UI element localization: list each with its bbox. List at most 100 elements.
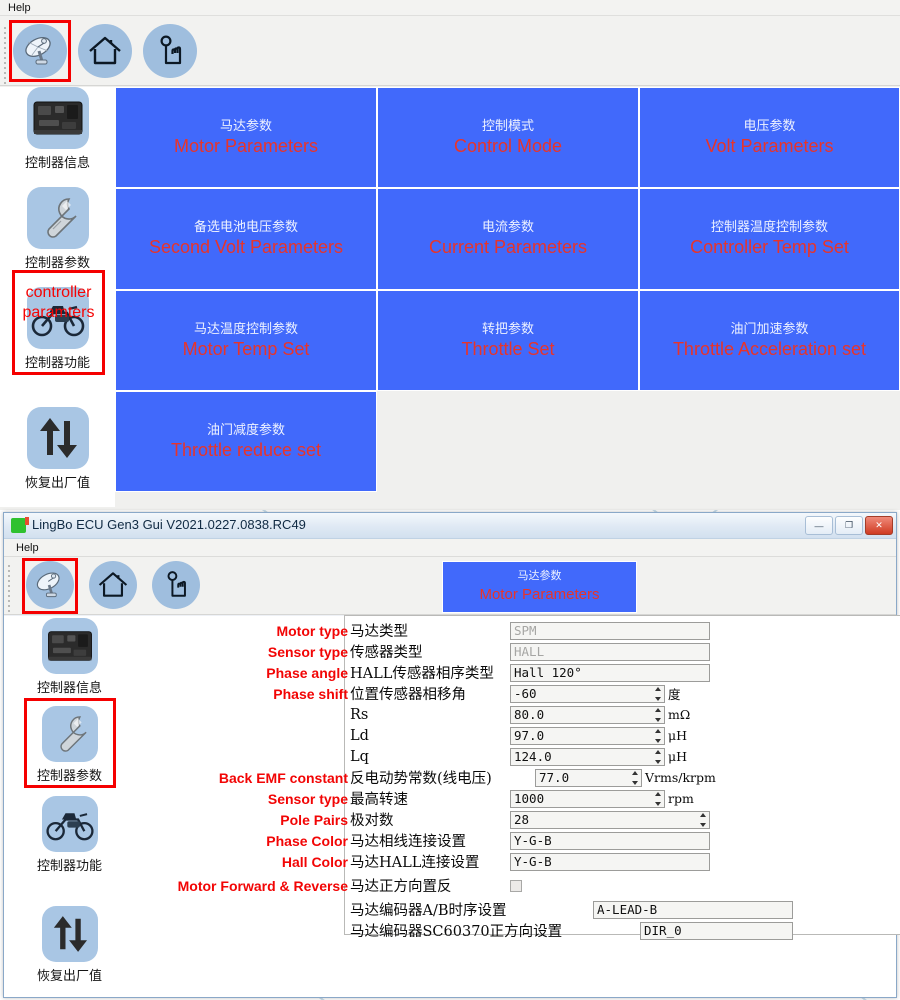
title-bar[interactable]: LingBo ECU Gen3 Gui V2021.0227.0838.RC49… bbox=[4, 513, 896, 539]
label-cn: 极对数 bbox=[350, 813, 394, 829]
form-row: Pole Pairs 极对数 28 bbox=[280, 809, 900, 830]
touch-hand-icon[interactable] bbox=[143, 24, 197, 78]
bottom-sidebar: 控制器信息 控制器参数 控制器功能 恢复出厂值 bbox=[12, 616, 127, 996]
toolbar-gripper[interactable] bbox=[7, 562, 12, 612]
sidebar-item-controller-info[interactable]: 控制器信息 bbox=[12, 618, 127, 696]
form-area: 控制器信息 控制器参数 控制器功能 恢复出厂值 Motor type 马达类型 … bbox=[4, 615, 900, 997]
sidebar-item-label: 恢复出厂值 bbox=[36, 969, 102, 984]
field-encoder-sc60370[interactable]: DIR_0 bbox=[640, 921, 793, 940]
top-menubar[interactable]: Help bbox=[0, 0, 900, 16]
sidebar-item-controller-function[interactable]: 控制器功能 bbox=[12, 796, 127, 874]
checkbox-motor-reverse[interactable] bbox=[510, 879, 522, 892]
form-row: Hall Color 马达HALL连接设置 Y-G-B bbox=[282, 851, 900, 872]
tile-second-volt-parameters[interactable]: 备选电池电压参数 Second Volt Parameters bbox=[115, 188, 377, 290]
bottom-menubar[interactable]: Help bbox=[4, 539, 896, 557]
field-encoder-ab[interactable]: A-LEAD-B bbox=[593, 900, 793, 919]
spinner-arrows[interactable] bbox=[653, 791, 663, 806]
spinner-arrows[interactable] bbox=[653, 749, 663, 764]
wrench-icon bbox=[26, 187, 89, 249]
field-phase-color[interactable]: Y-G-B bbox=[510, 831, 710, 850]
form-row: Lq 124.0 μH bbox=[350, 746, 900, 767]
tile-controller-temp-set[interactable]: 控制器温度控制参数 Controller Temp Set bbox=[639, 188, 900, 290]
home-icon[interactable] bbox=[89, 561, 137, 609]
label-cn: 位置传感器相移角 bbox=[350, 687, 466, 703]
field-value: 77.0 bbox=[539, 770, 570, 785]
spinner-arrows[interactable] bbox=[630, 770, 640, 785]
field-back-emf[interactable]: 77.0 bbox=[535, 768, 642, 787]
field-hall-color[interactable]: Y-G-B bbox=[510, 852, 710, 871]
minimize-button[interactable]: — bbox=[805, 516, 833, 535]
label-en: Phase shift bbox=[273, 685, 348, 702]
label-en: Motor type bbox=[276, 622, 348, 639]
spinner-arrows[interactable] bbox=[653, 686, 663, 701]
label-cn: 马达编码器SC60370正方向设置 bbox=[350, 924, 563, 940]
field-value: -60 bbox=[514, 686, 537, 701]
home-icon[interactable] bbox=[78, 24, 132, 78]
sidebar-item-restore-defaults[interactable]: 恢复出厂值 bbox=[12, 906, 127, 984]
field-value: 28 bbox=[514, 812, 530, 827]
label-cn: Ld bbox=[350, 727, 369, 744]
form-row: Phase Color 马达相线连接设置 Y-G-B bbox=[266, 830, 900, 851]
form-row: Sensor type 最高转速 1000 rpm bbox=[268, 788, 900, 809]
field-pole-pairs[interactable]: 28 bbox=[510, 810, 710, 829]
label-cn: HALL传感器相序类型 bbox=[350, 666, 494, 682]
top-toolbar bbox=[0, 16, 900, 86]
tile-motor-temp-set[interactable]: 马达温度控制参数 Motor Temp Set bbox=[115, 290, 377, 391]
spinner-arrows[interactable] bbox=[653, 707, 663, 722]
sidebar-item-label: 恢复出厂值 bbox=[24, 476, 90, 491]
field-rs[interactable]: 80.0 bbox=[510, 705, 665, 724]
label-cn: 马达HALL连接设置 bbox=[350, 855, 480, 871]
field-lq[interactable]: 124.0 bbox=[510, 747, 665, 766]
tile-throttle-reduce-set[interactable]: 油门减度参数 Throttle reduce set bbox=[115, 391, 377, 492]
maximize-button[interactable]: ❐ bbox=[835, 516, 863, 535]
active-tile-motor-parameters[interactable]: 马达参数 Motor Parameters bbox=[442, 561, 637, 613]
unit-label: μH bbox=[668, 728, 688, 743]
tile-volt-parameters[interactable]: 电压参数 Volt Parameters bbox=[639, 87, 900, 188]
window-title: LingBo ECU Gen3 Gui V2021.0227.0838.RC49 bbox=[32, 517, 306, 532]
sidebar-item-controller-info[interactable]: 控制器信息 bbox=[0, 87, 115, 171]
tile-motor-parameters[interactable]: 马达参数 Motor Parameters bbox=[115, 87, 377, 188]
form-row: Sensor type 传感器类型 HALL bbox=[268, 641, 900, 662]
label-cn: 马达类型 bbox=[350, 624, 408, 640]
label-cn: 反电动势常数(线电压) bbox=[350, 771, 492, 787]
satellite-dish-icon[interactable] bbox=[13, 24, 67, 78]
label-cn: Rs bbox=[350, 706, 369, 723]
sidebar-item-label: 控制器功能 bbox=[24, 356, 90, 371]
tile-current-parameters[interactable]: 电流参数 Current Parameters bbox=[377, 188, 639, 290]
field-phase-shift[interactable]: -60 bbox=[510, 684, 665, 703]
field-max-speed[interactable]: 1000 bbox=[510, 789, 665, 808]
tile-control-mode[interactable]: 控制模式 Control Mode bbox=[377, 87, 639, 188]
sidebar-item-label: 控制器功能 bbox=[36, 859, 102, 874]
sidebar-item-controller-params[interactable]: 控制器参数 bbox=[12, 706, 127, 784]
label-en: Back EMF constant bbox=[218, 769, 348, 786]
sidebar-item-controller-params[interactable]: 控制器参数 bbox=[0, 187, 115, 271]
app-icon bbox=[11, 517, 29, 533]
close-button[interactable]: ✕ bbox=[865, 516, 893, 535]
field-value: 80.0 bbox=[514, 707, 545, 722]
toolbar-gripper[interactable] bbox=[3, 24, 8, 84]
label-cn: 传感器类型 bbox=[350, 645, 423, 661]
sidebar-item-restore-defaults[interactable]: 恢复出厂值 bbox=[0, 407, 115, 491]
spinner-arrows[interactable] bbox=[653, 728, 663, 743]
menu-item-help[interactable]: Help bbox=[8, 2, 31, 14]
label-en: Sensor type bbox=[267, 643, 348, 660]
spinner-arrows[interactable] bbox=[698, 812, 708, 827]
touch-hand-icon[interactable] bbox=[152, 561, 200, 609]
restore-arrows-icon bbox=[26, 407, 89, 469]
unit-label: μH bbox=[668, 749, 688, 764]
bottom-window: LingBo ECU Gen3 Gui V2021.0227.0838.RC49… bbox=[3, 512, 900, 998]
form-row: Phase shift 位置传感器相移角 -60 度 bbox=[273, 683, 900, 704]
annotation-controller-paramters: controller paramters bbox=[22, 284, 95, 321]
motor-parameters-panel: Motor type 马达类型 SPM Sensor type 传感器类型 HA… bbox=[178, 615, 900, 940]
unit-label: mΩ bbox=[668, 707, 691, 722]
field-value: 124.0 bbox=[514, 749, 552, 764]
satellite-dish-icon[interactable] bbox=[26, 561, 74, 609]
form-row: Motor type 马达类型 SPM bbox=[276, 620, 900, 641]
field-phase-angle[interactable]: Hall 120° bbox=[510, 663, 710, 682]
menu-item-help[interactable]: Help bbox=[16, 542, 39, 554]
field-ld[interactable]: 97.0 bbox=[510, 726, 665, 745]
window-controls: — ❐ ✕ bbox=[805, 516, 893, 535]
tile-throttle-set[interactable]: 转把参数 Throttle Set bbox=[377, 290, 639, 391]
unit-label: 度 bbox=[668, 687, 681, 702]
tile-throttle-acceleration-set[interactable]: 油门加速参数 Throttle Acceleration set bbox=[639, 290, 900, 391]
